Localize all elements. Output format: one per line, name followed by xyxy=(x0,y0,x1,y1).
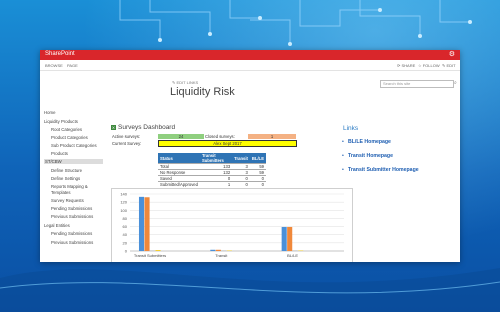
bullet-icon: • xyxy=(342,139,344,145)
bullet-icon: • xyxy=(342,167,344,173)
y-tick-label: 60 xyxy=(123,224,128,229)
current-survey-label: Current Survey: xyxy=(112,141,142,146)
chart-bar xyxy=(144,197,150,251)
excel-icon: X xyxy=(111,125,116,130)
chart-svg: 0 20 40 60 80 100 120 140 Transit Submitters Tran… xyxy=(120,192,344,258)
table-row: Submitted/Approved 1 0 0 xyxy=(158,181,266,187)
tab-browse[interactable]: BROWSE xyxy=(45,63,63,68)
nav-item-products[interactable]: Products xyxy=(51,151,68,156)
nav-item-templates[interactable]: Templates xyxy=(51,190,71,195)
active-surveys-label: Active surveys: xyxy=(112,134,141,139)
table-header-row: Status Transit Submitters Transit BL/LE xyxy=(158,153,266,164)
chart-bar xyxy=(210,249,216,251)
suite-bar: SharePoint ⚙ xyxy=(40,50,460,60)
y-tick-label: 140 xyxy=(120,192,127,197)
browser-window: SharePoint ⚙ BROWSE PAGE ⟳ SHARE ☆ FOLLO… xyxy=(40,50,460,262)
links-title: Links xyxy=(343,125,359,132)
nav-item-liquidity-products[interactable]: Liquidity Products xyxy=(44,119,78,124)
table-cell: 1 xyxy=(199,181,233,187)
search-icon[interactable]: ⌕ xyxy=(454,80,457,86)
share-icon: ⟳ xyxy=(397,63,401,68)
page-title: Liquidity Risk xyxy=(170,86,235,98)
nav-item-st-cbw[interactable]: ST/CBW xyxy=(44,159,103,164)
column-header: Transit Submitters xyxy=(199,153,233,164)
bullet-icon: • xyxy=(342,153,344,159)
ribbon: BROWSE PAGE ⟳ SHARE ☆ FOLLOW ✎ EDIT xyxy=(40,60,460,71)
x-tick-label: Transit Submitters xyxy=(134,253,166,258)
share-button[interactable]: ⟳ SHARE xyxy=(397,63,415,68)
y-tick-label: 0 xyxy=(125,249,128,254)
closed-surveys-label: Closed surveys: xyxy=(205,134,235,139)
edit-links-link[interactable]: ✎ EDIT LINKS xyxy=(172,80,198,85)
survey-chart: 0 20 40 60 80 100 120 140 Transit Submitters Tran… xyxy=(111,188,353,262)
app-name[interactable]: SharePoint xyxy=(45,51,75,57)
closed-surveys-value: 1 xyxy=(248,134,296,139)
y-tick-label: 40 xyxy=(123,232,128,237)
nav-item-define-settings[interactable]: Define Settings xyxy=(51,176,80,181)
gear-icon[interactable]: ⚙ xyxy=(449,50,455,58)
nav-item-sub-product-categories[interactable]: Sub Product Categories xyxy=(51,143,97,148)
column-header: Transit xyxy=(232,153,250,164)
table-cell: 0 xyxy=(232,181,250,187)
dashboard-title: Surveys Dashboard xyxy=(118,124,176,131)
x-tick-label: BL/LE xyxy=(287,253,298,258)
pencil-icon: ✎ xyxy=(442,63,446,68)
star-icon: ☆ xyxy=(418,63,422,68)
chart-bar xyxy=(215,249,221,251)
nav-item-product-categories[interactable]: Product Categories xyxy=(51,135,88,140)
nav-item-root-categories[interactable]: Root Categories xyxy=(51,127,82,132)
nav-item-previous-submissions[interactable]: Previous Submissions xyxy=(51,214,93,219)
x-tick-label: Transit xyxy=(215,253,228,258)
nav-item-pending-submissions[interactable]: Pending Submissions xyxy=(51,206,92,211)
edit-button[interactable]: ✎ EDIT xyxy=(442,63,456,68)
follow-button[interactable]: ☆ FOLLOW xyxy=(418,63,440,68)
table-cell: Submitted/Approved xyxy=(158,181,200,187)
nav-item-home[interactable]: Home xyxy=(44,110,55,115)
search-input[interactable]: Search this site xyxy=(380,80,454,88)
nav-item-legal-entities[interactable]: Legal Entities xyxy=(44,223,70,228)
current-survey-value: Alex Sept 2017 xyxy=(158,140,297,147)
nav-item-survey-requests[interactable]: Survey Requests xyxy=(51,198,84,203)
tab-page[interactable]: PAGE xyxy=(67,63,78,68)
link-transit-submitter-homepage[interactable]: Transit Submitter Homepage xyxy=(348,167,419,173)
column-header: BL/LE xyxy=(249,153,266,164)
chart-bar xyxy=(281,226,287,251)
chart-bar xyxy=(155,250,161,251)
chart-bar xyxy=(138,196,145,251)
chart-bar xyxy=(287,226,293,251)
y-tick-label: 120 xyxy=(120,200,127,205)
y-tick-label: 100 xyxy=(120,208,127,213)
column-header: Status xyxy=(158,153,200,164)
link-blle-homepage[interactable]: BL/LE Homepage xyxy=(348,139,391,145)
active-surveys-value: 24 xyxy=(158,134,204,139)
nav-item-le-previous-submissions[interactable]: Previous Submissions xyxy=(51,240,93,245)
table-cell: 0 xyxy=(249,181,266,187)
pencil-icon: ✎ xyxy=(172,80,176,85)
y-tick-label: 80 xyxy=(123,216,128,221)
nav-item-le-pending-submissions[interactable]: Pending Submissions xyxy=(51,231,92,236)
status-table: Status Transit Submitters Transit BL/LE … xyxy=(158,153,266,187)
y-tick-label: 20 xyxy=(123,240,128,245)
nav-item-define-structure[interactable]: Define Structure xyxy=(51,168,82,173)
link-transit-homepage[interactable]: Transit Homepage xyxy=(348,153,393,159)
nav-item-reports-mapping[interactable]: Reports Mapping & xyxy=(51,184,88,189)
